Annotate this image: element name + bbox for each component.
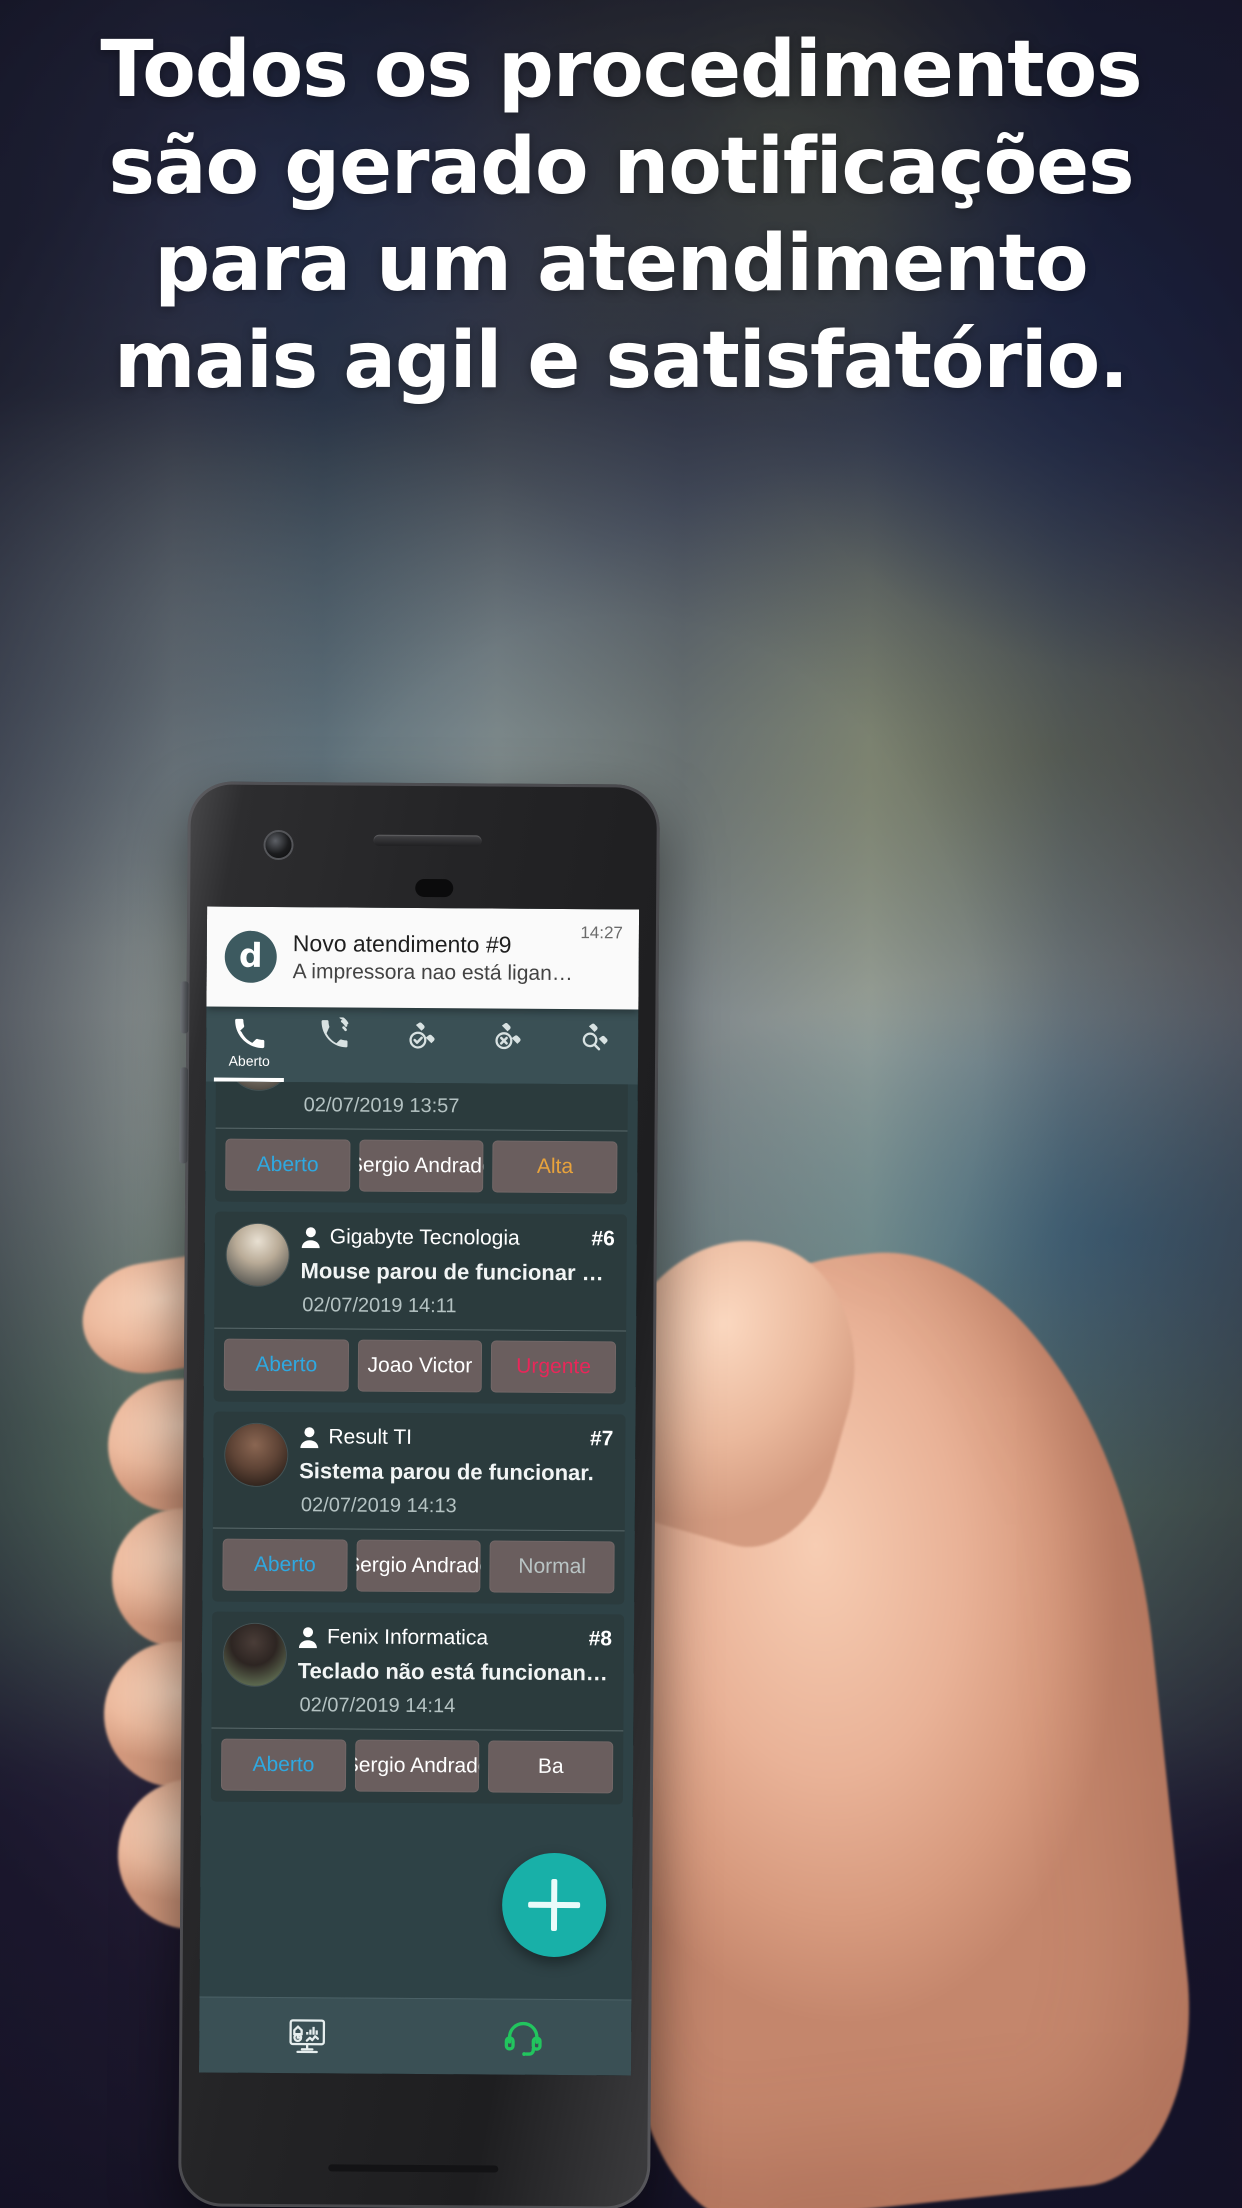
- ticket-datetime: 02/07/2019 14:14: [299, 1694, 456, 1718]
- ticket-actions: Aberto Sergio Andrade Ba: [211, 1729, 623, 1805]
- phone-ringing-icon: [319, 1017, 353, 1051]
- phone-check-icon: [405, 1018, 439, 1052]
- status-badge[interactable]: Aberto: [223, 1338, 349, 1392]
- notification-time: 14:27: [580, 923, 623, 943]
- notification-app-avatar: d: [224, 930, 277, 983]
- headline-line-1: Todos os procedimentos: [100, 25, 1142, 115]
- priority-badge[interactable]: Ba: [488, 1740, 614, 1794]
- earpiece-speaker: [373, 834, 482, 847]
- tab-label-aberto: Aberto: [228, 1052, 270, 1069]
- ticket-actions: Aberto Sergio Andrade Alta: [215, 1129, 627, 1205]
- priority-badge[interactable]: Normal: [489, 1540, 615, 1594]
- phone-bottom-bezel: [328, 2164, 499, 2173]
- dashboard-monitor-icon: [289, 2018, 326, 2053]
- front-camera-icon: [265, 831, 292, 859]
- headline-line-3: para um atendimento: [154, 219, 1088, 309]
- ticket-datetime: 02/07/2019 14:13: [300, 1494, 457, 1518]
- ticket-client-name: Result TI: [328, 1425, 413, 1449]
- phone-device: d Novo atendimento #9 A impressora nao e…: [178, 781, 660, 2208]
- ticket-client-name: Gigabyte Tecnologia: [329, 1225, 520, 1250]
- tab-pesquisar[interactable]: [552, 1009, 639, 1085]
- tab-cancelado[interactable]: [465, 1008, 552, 1084]
- assignee-badge[interactable]: Joao Victor: [357, 1339, 483, 1393]
- ticket-subject: Teclado não está funcionando: [297, 1658, 612, 1686]
- status-badge[interactable]: Aberto: [220, 1738, 346, 1792]
- avatar: [225, 1423, 288, 1487]
- ticket-datetime: 02/07/2019 14:11: [302, 1294, 457, 1318]
- phone-screen: d Novo atendimento #9 A impressora nao e…: [198, 906, 640, 2076]
- headline-line-2: são gerado notificações: [108, 122, 1134, 212]
- ticket-actions: Aberto Joao Victor Urgente: [214, 1329, 626, 1405]
- person-icon: [298, 1627, 317, 1649]
- promo-screenshot: Todos os procedimentos são gerado notifi…: [0, 0, 1242, 2208]
- phone-icon: [232, 1017, 266, 1051]
- add-ticket-fab[interactable]: [501, 1852, 607, 1958]
- assignee-badge[interactable]: Sergio Andrade: [354, 1739, 480, 1793]
- tab-aberto[interactable]: Aberto: [206, 1007, 293, 1083]
- ticket-subject: Mouse parou de funcionar após cair.: [300, 1258, 615, 1286]
- promo-headline: Todos os procedimentos são gerado notifi…: [0, 22, 1242, 410]
- tab-em-andamento[interactable]: [292, 1007, 379, 1083]
- tab-finalizado[interactable]: [379, 1008, 466, 1084]
- ticket-client: Result TI: [299, 1424, 412, 1451]
- nav-dashboard[interactable]: [199, 2014, 415, 2058]
- bottom-navigation: [198, 1996, 632, 2076]
- ticket-number: #6: [591, 1227, 615, 1251]
- headline-line-4: mais agil e satisfatório.: [114, 316, 1129, 406]
- status-tab-bar: Aberto: [205, 1006, 639, 1085]
- phone-search-icon: [578, 1019, 612, 1053]
- assignee-badge[interactable]: Sergio Andrade: [358, 1139, 484, 1193]
- ticket-number: #8: [588, 1627, 613, 1651]
- table-row[interactable]: Result TI #7 Sistema parou de funcionar.…: [212, 1411, 626, 1605]
- phone-cancel-icon: [492, 1018, 526, 1052]
- notification-banner[interactable]: d Novo atendimento #9 A impressora nao e…: [206, 906, 640, 1010]
- ticket-subject: Sistema parou de funcionar.: [299, 1458, 594, 1486]
- table-row[interactable]: Gigabyte Tecnologia #6 Mouse parou de fu…: [213, 1211, 627, 1405]
- plus-icon-bar: [528, 1901, 581, 1909]
- headset-support-icon: [504, 2021, 542, 2056]
- ticket-actions: Aberto Sergio Andrade Normal: [212, 1529, 624, 1605]
- avatar: [226, 1223, 289, 1287]
- status-badge[interactable]: Aberto: [222, 1538, 348, 1592]
- notification-body: A impressora nao está ligando.: [292, 960, 581, 986]
- phone-button-power: [179, 1067, 188, 1164]
- ticket-client: Gigabyte Tecnologia: [301, 1224, 520, 1252]
- priority-badge[interactable]: Urgente: [491, 1340, 617, 1394]
- nav-support[interactable]: [415, 2015, 631, 2059]
- table-row[interactable]: O sistema não está abrindo no servidor. …: [215, 1081, 629, 1205]
- person-icon: [301, 1227, 320, 1249]
- ticket-client: Fenix Informatica: [298, 1624, 488, 1651]
- proximity-sensor: [415, 878, 454, 898]
- ticket-number: #7: [589, 1427, 614, 1451]
- ticket-client-name: Fenix Informatica: [326, 1625, 489, 1650]
- table-row[interactable]: Fenix Informatica #8 Teclado não está fu…: [210, 1611, 625, 1805]
- notification-title: Novo atendimento #9: [292, 930, 512, 958]
- assignee-badge[interactable]: Sergio Andrade: [355, 1539, 482, 1593]
- status-badge[interactable]: Aberto: [225, 1138, 351, 1192]
- person-icon: [300, 1427, 319, 1449]
- ticket-datetime: 02/07/2019 13:57: [303, 1094, 460, 1118]
- priority-badge[interactable]: Alta: [492, 1140, 618, 1194]
- phone-button-volume: [180, 981, 189, 1034]
- avatar: [227, 1081, 291, 1091]
- avatar: [223, 1623, 287, 1687]
